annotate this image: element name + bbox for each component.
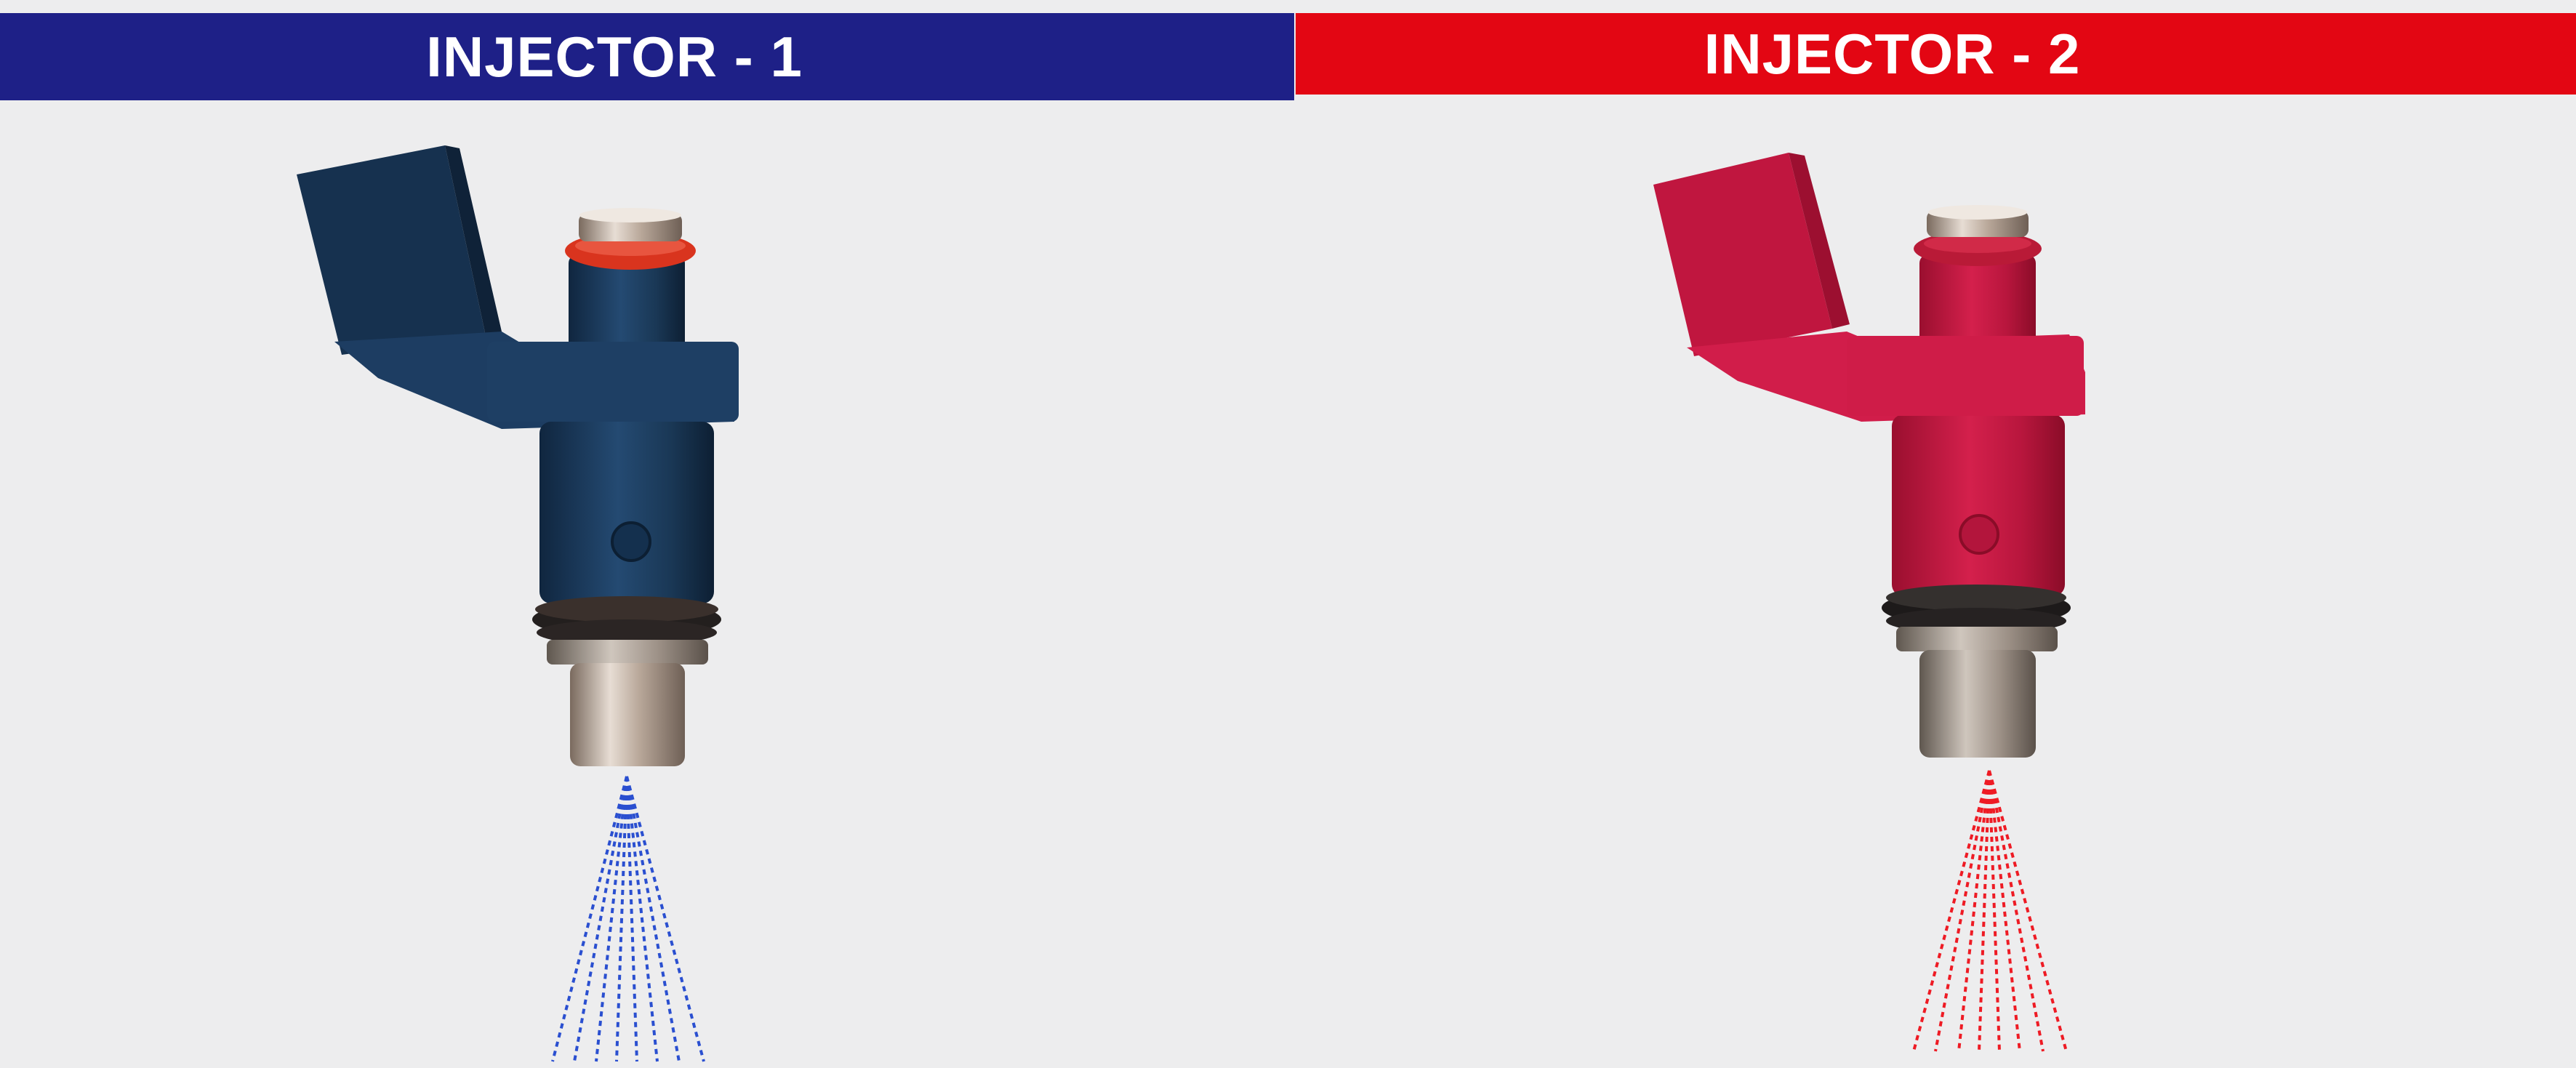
fuel-spray-icon	[1912, 770, 2068, 1052]
injectors-illustration	[297, 145, 2085, 1062]
injector-2	[1653, 153, 2085, 1052]
fuel-spray-icon	[551, 776, 705, 1062]
fuel-injector-icon	[1653, 153, 2085, 758]
fuel-injector-icon	[297, 145, 739, 766]
injector-1	[297, 145, 739, 1062]
